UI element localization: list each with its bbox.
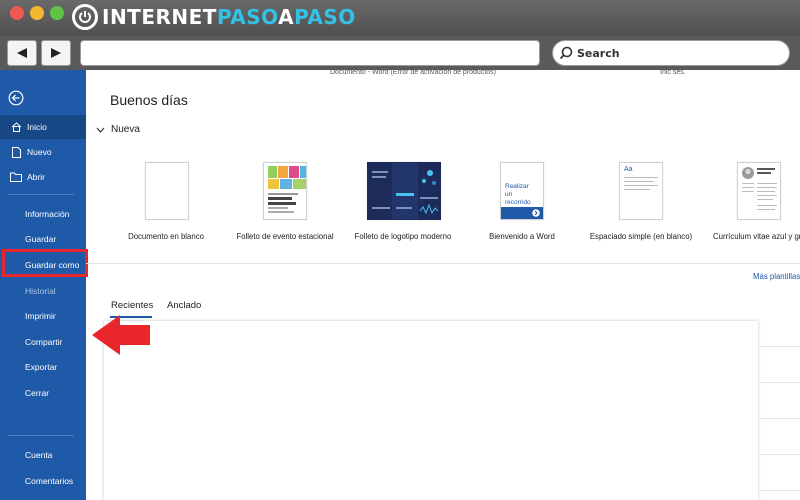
search-label: Search [577,46,620,60]
template-label[interactable]: Currículum vitae azul y gri [713,232,800,241]
sign-in-link[interactable]: Inic ses. [660,69,686,76]
screenshot-window: INTERNETPASOAPASO Search Inicio Nuevo Ab… [0,0,800,500]
sidebar-item-label: Abrir [27,172,45,182]
welcome-thumb-text: Realizar un recorrido [505,183,531,206]
close-window-button[interactable] [10,6,24,20]
sidebar-item-label: Cuenta [25,450,53,460]
backstage-sidebar: Inicio Nuevo Abrir Información Guardar G… [0,70,86,500]
new-document-icon [9,146,23,158]
sidebar-divider [8,435,74,436]
template-thumb-logo-flyer[interactable] [367,162,441,220]
sidebar-item-label: Guardar [25,234,57,244]
template-label[interactable]: Bienvenido a Word [489,232,555,241]
logo-flyer-thumbnail-image [368,163,440,219]
document-title: Documento - Word (Error de activación de… [330,69,496,76]
arrow-right-icon [532,209,540,217]
save-as-highlight-box [2,249,88,277]
sidebar-item-history: Historial [0,279,86,303]
zoom-window-button[interactable] [50,6,64,20]
flyer-thumbnail-image [268,166,306,213]
template-label[interactable]: Folleto de logotipo moderno [355,232,452,241]
minimize-window-button[interactable] [30,6,44,20]
forward-button[interactable] [41,40,71,66]
logo-text: INTERNETPASOAPASO [102,5,356,29]
sidebar-item-export[interactable]: Exportar [0,355,86,379]
more-templates-link[interactable]: Más plantillas [753,272,800,281]
word-backstage: Inicio Nuevo Abrir Información Guardar G… [0,69,800,500]
sidebar-item-label: Exportar [25,362,58,372]
address-bar[interactable] [80,40,540,66]
template-thumb-welcome[interactable]: Realizar un recorrido [500,162,544,220]
sidebar-item-label: Compartir [25,337,63,347]
recent-documents-panel [104,321,758,500]
logo-power-icon [72,4,98,30]
tab-pinned[interactable]: Anclado [167,300,201,311]
new-section-toggle[interactable]: Nueva [96,124,140,135]
folder-icon [9,171,23,183]
sidebar-item-label: Información [25,209,70,219]
text-lines-image [624,177,658,190]
tab-recent[interactable]: Recientes [111,300,153,311]
chevron-down-icon [96,127,105,133]
browser-toolbar: Search [0,36,800,70]
template-thumb-resume[interactable] [737,162,781,220]
sidebar-item-account[interactable]: Cuenta [0,443,86,467]
template-label[interactable]: Folleto de evento estacional [236,232,333,241]
single-spaced-thumb-text: Aa [624,166,633,173]
sidebar-item-label: Comentarios [25,476,74,486]
sidebar-item-home[interactable]: Inicio [0,115,86,139]
template-thumb-single-spaced[interactable]: Aa [619,162,663,220]
arrow-left-icon [17,48,27,58]
sidebar-item-share[interactable]: Compartir [0,330,86,354]
red-pointer-arrow-icon [92,315,150,355]
section-divider [86,263,800,264]
sidebar-item-feedback[interactable]: Comentarios [0,469,86,493]
home-icon [9,121,23,133]
sidebar-item-print[interactable]: Imprimir [0,304,86,328]
template-thumb-blank[interactable] [145,162,189,220]
site-logo: INTERNETPASOAPASO [72,2,356,32]
template-thumb-seasonal-flyer[interactable] [263,162,307,220]
search-icon [559,46,573,60]
sidebar-item-open[interactable]: Abrir [0,165,86,189]
resume-thumbnail-image [742,167,777,210]
sidebar-item-label: Cerrar [25,388,50,398]
sidebar-item-label: Inicio [27,122,47,132]
sidebar-item-label: Historial [25,286,56,296]
sidebar-divider [8,194,74,195]
sidebar-item-label: Nuevo [27,147,52,157]
sidebar-item-info[interactable]: Información [0,202,86,226]
title-bar: INTERNETPASOAPASO [0,0,800,36]
greeting-heading: Buenos días [110,92,188,108]
template-label[interactable]: Documento en blanco [128,232,204,241]
sidebar-item-save[interactable]: Guardar [0,227,86,251]
sidebar-item-new[interactable]: Nuevo [0,140,86,164]
template-label[interactable]: Espaciado simple (en blanco) [590,232,692,241]
sidebar-item-close[interactable]: Cerrar [0,381,86,405]
search-field[interactable]: Search [552,40,790,66]
back-button[interactable] [7,40,37,66]
new-section-label: Nueva [111,124,140,135]
back-arrow-icon[interactable] [8,90,24,106]
sidebar-item-label: Imprimir [25,311,56,321]
arrow-right-icon [51,48,61,58]
